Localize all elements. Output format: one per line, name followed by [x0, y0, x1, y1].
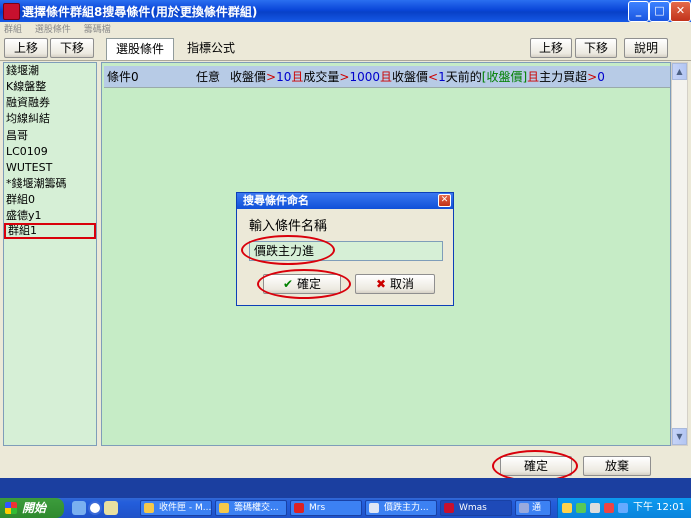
condition-name-input[interactable]: 價跌主力進 [249, 241, 443, 261]
menu-item-stock-condition[interactable]: 選股條件 [35, 25, 71, 35]
dialog-title: 搜尋條件命名 [237, 193, 453, 209]
taskbar-item[interactable]: 收件匣 - M... [140, 500, 212, 516]
list-item[interactable]: 盛德y1 [4, 208, 96, 224]
expr-operator: > [587, 70, 598, 84]
expr-operator: > [339, 70, 350, 84]
window-icon [369, 503, 379, 513]
menu-item-chip-file[interactable]: 籌碼檔 [84, 25, 111, 35]
start-label: 開始 [22, 501, 47, 515]
expr-value: 1000 [349, 70, 381, 84]
expr-text: 主力買超 [539, 70, 588, 84]
list-item[interactable]: 融資融券 [4, 95, 96, 111]
cancel-button[interactable]: 放棄 [583, 456, 651, 476]
tray-icon[interactable] [576, 503, 586, 513]
expr-and: 且 [527, 70, 540, 84]
tab-stock-condition[interactable]: 選股條件 [106, 38, 174, 60]
taskbar-item[interactable]: Mrs [290, 500, 362, 516]
taskbar-item-active[interactable]: Wmas [440, 500, 512, 516]
condition-move-down-button[interactable]: 下移 [575, 38, 617, 58]
background-window-strip [0, 478, 691, 498]
dialog-prompt: 輸入條件名稱 [249, 219, 328, 234]
ok-button[interactable]: 確定 [500, 456, 572, 476]
expr-text: 成交量 [303, 70, 340, 84]
expr-text: 收盤價 [230, 70, 267, 84]
menu-strip: 群組 選股條件 籌碼檔 [0, 22, 691, 35]
expr-value: 0 [597, 70, 605, 84]
app-icon [444, 503, 454, 513]
folder-icon [219, 503, 229, 513]
condition-move-up-button[interactable]: 上移 [530, 38, 572, 58]
system-tray: 下午 12:01 [557, 498, 691, 518]
toolbar: 上移 下移 選股條件 指標公式 上移 下移 說明 [0, 35, 691, 61]
group-move-up-button[interactable]: 上移 [4, 38, 48, 58]
dialog-cancel-label: 取消 [389, 277, 414, 291]
close-icon[interactable]: ✕ [670, 1, 691, 22]
expr-field: [收盤價] [481, 70, 528, 84]
name-condition-dialog: 搜尋條件命名 ✕ 輸入條件名稱 價跌主力進 ✔ 確定 ✖ 取消 [236, 192, 454, 306]
vertical-scrollbar[interactable]: ▲ ▼ [671, 62, 688, 446]
list-item[interactable]: 群組0 [4, 192, 96, 208]
expr-and: 且 [291, 70, 304, 84]
condition-expression: 任意 收盤價>10且成交量>1000且收盤價<1天前的[收盤價]且主力買超>0 [196, 66, 605, 88]
quicklaunch-icon[interactable] [72, 501, 86, 515]
scroll-down-icon[interactable]: ▼ [672, 428, 687, 445]
x-icon: ✖ [376, 277, 387, 291]
window-icon [519, 503, 529, 513]
start-button[interactable]: 開始 [0, 498, 64, 518]
expr-text: 收盤價 [392, 70, 429, 84]
folder-icon[interactable] [104, 501, 118, 515]
expr-operator: > [266, 70, 277, 84]
window-title-bar: 選擇條件群組8搜尋條件(用於更換條件群組) _ □ ✕ [0, 0, 691, 22]
expr-and: 且 [380, 70, 393, 84]
condition-row[interactable]: 條件0 任意 收盤價>10且成交量>1000且收盤價<1天前的[收盤價]且主力買超… [104, 66, 670, 88]
window-title: 選擇條件群組8搜尋條件(用於更換條件群組) [22, 5, 258, 19]
app-icon [294, 503, 304, 513]
maximize-icon[interactable]: □ [649, 1, 670, 22]
browser-icon[interactable] [88, 501, 102, 515]
windows-logo-icon [5, 502, 17, 514]
dialog-close-icon[interactable]: ✕ [438, 194, 451, 207]
tray-icon[interactable] [562, 503, 572, 513]
group-list: 錢堰潮 K線盤整 融資融券 均線糾結 昌哥 LC0109 WUTEST *錢堰潮… [3, 62, 97, 446]
list-item[interactable]: 昌哥 [4, 128, 96, 144]
mail-icon [144, 503, 154, 513]
dialog-cancel-button[interactable]: ✖ 取消 [355, 274, 435, 294]
taskbar-item[interactable]: 通 [515, 500, 551, 516]
app-icon [3, 3, 20, 20]
check-icon: ✔ [283, 277, 294, 291]
condition-name: 條件0 [107, 70, 139, 84]
minimize-icon[interactable]: _ [628, 1, 649, 22]
menu-item-group[interactable]: 群組 [4, 25, 22, 35]
list-item[interactable]: K線盤整 [4, 79, 96, 95]
taskbar-item[interactable]: 籌碼權交... [215, 500, 287, 516]
scroll-up-icon[interactable]: ▲ [672, 63, 687, 80]
expr-value: 10 [276, 70, 292, 84]
list-item[interactable]: WUTEST [4, 160, 96, 176]
group-move-down-button[interactable]: 下移 [50, 38, 94, 58]
list-item[interactable]: 均線糾結 [4, 111, 96, 127]
taskbar-item[interactable]: 價跌主力... [365, 500, 437, 516]
tab-indicator-formula[interactable]: 指標公式 [176, 38, 246, 60]
dialog-ok-label: 確定 [296, 277, 321, 291]
condition-mode: 任意 [196, 70, 221, 84]
tray-icon[interactable] [618, 503, 628, 513]
dialog-ok-button[interactable]: ✔ 確定 [263, 274, 341, 294]
tray-icon[interactable] [590, 503, 600, 513]
list-item[interactable]: *錢堰潮籌碼 [4, 176, 96, 192]
list-item-selected[interactable]: 群組1 [4, 223, 96, 239]
expr-text: 天前的 [445, 70, 482, 84]
expr-operator: < [428, 70, 439, 84]
list-item[interactable]: 錢堰潮 [4, 63, 96, 79]
list-item[interactable]: LC0109 [4, 144, 96, 160]
taskbar: 開始 收件匣 - M... 籌碼權交... Mrs 價跌主力... Wmas 通… [0, 498, 691, 518]
help-button[interactable]: 說明 [624, 38, 668, 58]
tray-icon[interactable] [604, 503, 614, 513]
expr-value: 1 [438, 70, 446, 84]
clock: 下午 12:01 [633, 502, 685, 513]
